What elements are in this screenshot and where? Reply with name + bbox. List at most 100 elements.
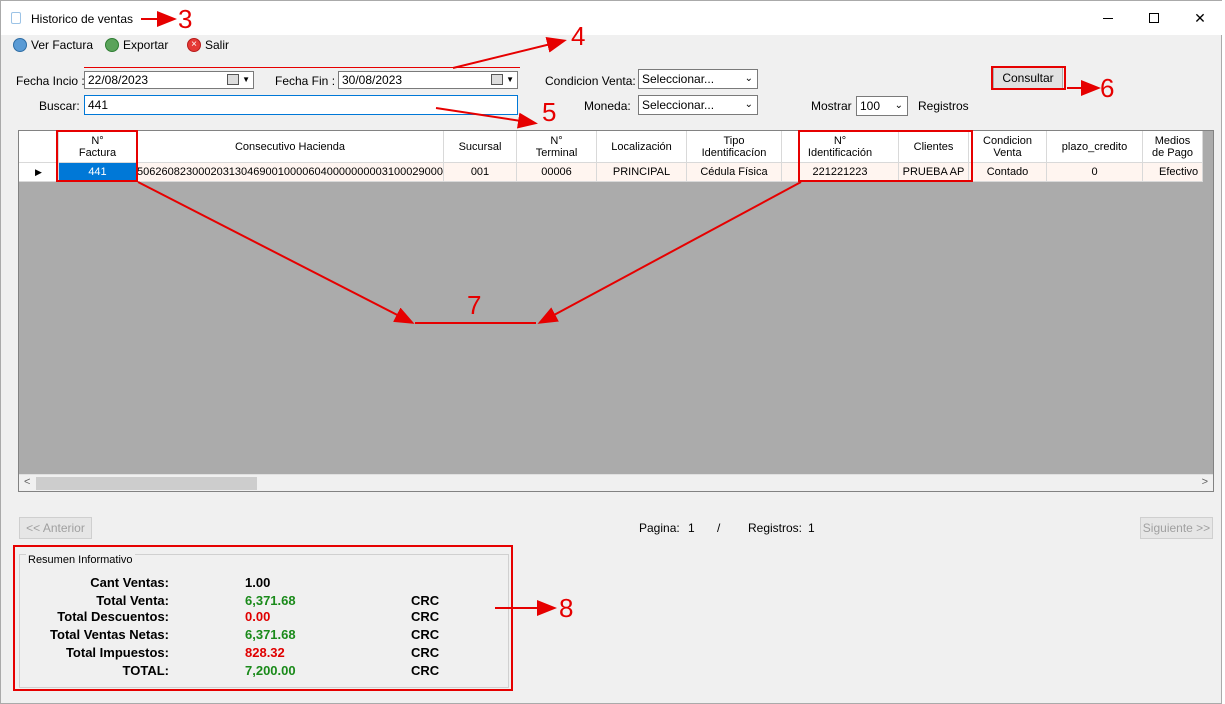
moneda-value: Seleccionar... (642, 98, 715, 112)
column-header[interactable]: Tipo Identificacíon (687, 131, 782, 163)
summary-currency: CRC (411, 627, 440, 642)
anterior-label: << Anterior (26, 521, 85, 535)
fecha-fin-value: 30/08/2023 (342, 73, 403, 87)
summary-currency: CRC (411, 663, 440, 678)
column-header[interactable]: N° Identificación (782, 131, 899, 163)
summary-currency: CRC (411, 645, 440, 660)
close-icon: ✕ (1194, 9, 1206, 26)
window-title: Historico de ventas (31, 12, 134, 26)
summary-label: TOTAL: (122, 663, 169, 678)
salir-label: Salir (205, 38, 230, 52)
table-cell[interactable]: 0 (1047, 163, 1143, 182)
table-cell[interactable]: 441 (59, 163, 137, 182)
summary-label: Total Descuentos: (57, 609, 169, 624)
table-cell[interactable]: Efectivo (1143, 163, 1203, 182)
ver-factura-button[interactable]: Ver Factura (13, 38, 93, 52)
historico-ventas-window: Historico de ventas ✕ Ver Factura Export… (0, 0, 1223, 704)
buscar-input[interactable]: 441 (84, 95, 518, 115)
annotation-8: 8 (559, 593, 574, 623)
dropdown-arrow-icon: ▼ (242, 75, 250, 84)
calendar-icon[interactable] (227, 74, 239, 85)
siguiente-button[interactable]: Siguiente >> (1140, 517, 1213, 539)
summary-currency: CRC (411, 609, 440, 624)
annotation-underline-fechas (84, 67, 520, 70)
summary-label: Total Impuestos: (65, 645, 169, 660)
summary-label: Total Venta: (96, 593, 169, 608)
annotation-5: 5 (542, 97, 557, 127)
export-icon (105, 38, 119, 52)
summary-label: Cant Ventas: (90, 575, 169, 590)
minimize-button[interactable] (1085, 1, 1131, 35)
condicion-venta-select[interactable]: Seleccionar... ⌄ (638, 69, 758, 89)
table-cell[interactable]: 221221223 (782, 163, 899, 182)
exportar-button[interactable]: Exportar (105, 38, 168, 52)
consultar-button[interactable]: Consultar (993, 67, 1063, 89)
summary-currency: CRC (411, 593, 440, 608)
column-header[interactable]: N° Terminal (517, 131, 597, 163)
column-header[interactable]: Consecutivo Hacienda (137, 131, 444, 163)
table-cell[interactable]: Contado (969, 163, 1047, 182)
mostrar-select[interactable]: 100 ⌄ (856, 96, 908, 116)
close-button[interactable]: ✕ (1177, 1, 1223, 35)
annotation-3: 3 (178, 4, 193, 34)
anterior-button[interactable]: << Anterior (19, 517, 92, 539)
row-selector-icon[interactable]: ▶ (19, 163, 59, 182)
table-cell[interactable]: 5062608230002031304690010000604000000000… (137, 163, 444, 182)
scrollbar-thumb[interactable] (36, 477, 257, 490)
summary-value: 1.00 (245, 575, 271, 590)
salir-button[interactable]: × Salir (187, 38, 229, 52)
ventas-grid[interactable]: N° Factura Consecutivo Hacienda Sucursal… (18, 130, 1214, 492)
column-header[interactable]: Sucursal (444, 131, 517, 163)
mostrar-label: Mostrar (811, 99, 852, 113)
fecha-inicio-value: 22/08/2023 (88, 73, 149, 87)
column-header[interactable]: Localización (597, 131, 687, 163)
app-icon (11, 12, 21, 24)
summary-value: 7,200.00 (245, 663, 296, 678)
toolbar: Ver Factura Exportar × Salir (1, 35, 1223, 59)
exit-icon: × (187, 38, 201, 52)
table-cell[interactable]: PRINCIPAL (597, 163, 687, 182)
column-header[interactable]: Clientes (899, 131, 969, 163)
group-title: Resumen Informativo (26, 554, 135, 566)
summary-value: 6,371.68 (245, 627, 296, 642)
annotation-6: 6 (1100, 73, 1115, 103)
fecha-inicio-label: Fecha Incio : (16, 74, 85, 88)
table-cell[interactable]: 00006 (517, 163, 597, 182)
fecha-fin-label: Fecha Fin : (275, 74, 336, 88)
summary-value: 828.32 (245, 645, 285, 660)
chevron-down-icon: ⌄ (894, 100, 903, 111)
table-row[interactable]: ▶ 441 5062608230002031304690010000604000… (19, 163, 1203, 182)
fecha-fin-picker[interactable]: 30/08/2023 ▼ (338, 71, 518, 89)
siguiente-label: Siguiente >> (1142, 521, 1211, 535)
maximize-button[interactable] (1131, 1, 1177, 35)
dropdown-arrow-icon: ▼ (506, 75, 514, 84)
buscar-value: 441 (88, 98, 109, 112)
calendar-icon[interactable] (491, 74, 503, 85)
maximize-icon (1149, 13, 1159, 23)
registros-label: Registros (918, 99, 969, 113)
pager-separator: / (717, 521, 721, 535)
moneda-label: Moneda: (584, 99, 631, 113)
grid-header: N° Factura Consecutivo Hacienda Sucursal… (19, 131, 1203, 163)
pagina-value: 1 (688, 521, 695, 535)
table-cell[interactable]: Cédula Física (687, 163, 782, 182)
table-cell[interactable]: 001 (444, 163, 517, 182)
summary-label: Total Ventas Netas: (50, 627, 169, 642)
column-header[interactable]: Medios de Pago (1143, 131, 1203, 163)
column-header[interactable]: plazo_credito (1047, 131, 1143, 163)
column-header[interactable]: Condicion Venta (969, 131, 1047, 163)
scroll-right-icon[interactable]: > (1202, 476, 1208, 488)
chevron-down-icon: ⌄ (744, 99, 753, 110)
pagina-label: Pagina: (639, 521, 680, 535)
horizontal-scrollbar[interactable]: < > (19, 474, 1213, 491)
moneda-select[interactable]: Seleccionar... ⌄ (638, 95, 758, 115)
table-cell[interactable]: PRUEBA AP (899, 163, 969, 182)
fecha-inicio-picker[interactable]: 22/08/2023 ▼ (84, 71, 254, 89)
summary-value: 0.00 (245, 609, 271, 624)
buscar-label: Buscar: (39, 99, 80, 113)
column-header[interactable]: N° Factura (59, 131, 137, 163)
ver-factura-label: Ver Factura (31, 38, 94, 52)
summary-value: 6,371.68 (245, 593, 296, 608)
registros-count-value: 1 (808, 521, 815, 535)
scroll-left-icon[interactable]: < (24, 476, 30, 488)
